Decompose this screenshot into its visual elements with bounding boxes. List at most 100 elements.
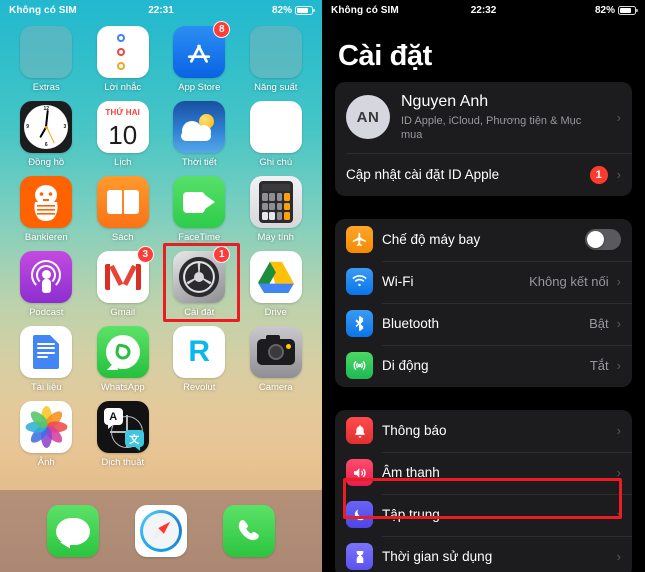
- app-app-store[interactable]: 8 App Store: [161, 21, 238, 93]
- apple-id-row[interactable]: AN Nguyen Anh ID Apple, iCloud, Phương t…: [335, 82, 632, 153]
- bluetooth-icon: [346, 310, 373, 338]
- row-value: Tắt: [589, 358, 609, 374]
- icon-wrap[interactable]: 1: [173, 246, 231, 303]
- icon-wrap[interactable]: THỨ HAI 10: [96, 101, 149, 153]
- row-label: Âm thanh: [382, 465, 440, 481]
- icon-wrap[interactable]: [20, 401, 73, 453]
- app-thoi-tiet[interactable]: Thời tiết: [161, 101, 238, 168]
- app-extras[interactable]: Extras: [8, 26, 85, 93]
- icon-wrap[interactable]: 12 3 6 9: [20, 101, 73, 153]
- books-icon[interactable]: [96, 176, 149, 228]
- row-wifi[interactable]: Wi-Fi Không kết nối ›: [335, 260, 632, 303]
- icon-wrap[interactable]: [96, 26, 149, 78]
- app-label: App Store: [178, 82, 221, 93]
- app-revolut[interactable]: R Revolut: [161, 326, 238, 393]
- icon-wrap[interactable]: A 文: [96, 401, 149, 453]
- icon-wrap[interactable]: [173, 176, 226, 228]
- app-dich-thuat[interactable]: A 文 Dịch thuật: [85, 401, 162, 468]
- app-lich[interactable]: THỨ HAI 10 Lịch: [85, 101, 162, 168]
- row-focus[interactable]: Tập trung ›: [335, 493, 632, 536]
- photos-icon[interactable]: [20, 401, 73, 453]
- account-name: Nguyen Anh: [401, 93, 489, 110]
- app-facetime[interactable]: FaceTime: [161, 176, 238, 243]
- bankieren-icon[interactable]: [20, 176, 73, 228]
- podcast-icon[interactable]: [20, 251, 73, 303]
- notes-icon[interactable]: [249, 101, 302, 153]
- home-dock: [0, 490, 322, 572]
- row-bluetooth[interactable]: Bluetooth Bật ›: [335, 302, 632, 345]
- row-cellular[interactable]: Di động Tắt ›: [335, 344, 632, 387]
- dock-item-phone[interactable]: [223, 505, 275, 557]
- translate-source-bubble: A: [103, 408, 123, 429]
- folder-icon[interactable]: [20, 26, 73, 78]
- airplane-mode-toggle[interactable]: [585, 229, 621, 251]
- account-subtitle: ID Apple, iCloud, Phương tiện & Mục mua: [401, 115, 582, 142]
- app-anh[interactable]: Ảnh: [8, 401, 85, 468]
- icon-wrap[interactable]: [249, 176, 302, 228]
- icon-wrap[interactable]: R: [173, 326, 226, 378]
- status-badge: 1: [589, 165, 608, 184]
- app-nang-suat[interactable]: Năng suất: [238, 26, 315, 93]
- clock-icon[interactable]: 12 3 6 9: [20, 101, 73, 153]
- icon-wrap[interactable]: [20, 251, 73, 303]
- app-label: Extras: [32, 82, 60, 93]
- app-ghi-chu[interactable]: Ghi chú: [238, 101, 315, 168]
- revolut-icon[interactable]: R: [173, 326, 226, 378]
- icon-wrap[interactable]: [20, 326, 73, 378]
- chevron-right-icon: ›: [616, 167, 621, 183]
- google-docs-icon[interactable]: [20, 326, 73, 378]
- app-dong-ho[interactable]: 12 3 6 9 Đồng hồ: [8, 101, 85, 168]
- reminders-icon[interactable]: [96, 26, 149, 78]
- wifi-icon: [346, 268, 373, 296]
- safari-icon[interactable]: [135, 505, 187, 557]
- icon-wrap[interactable]: [96, 176, 149, 228]
- icon-wrap[interactable]: 3: [96, 246, 154, 303]
- calendar-icon[interactable]: THỨ HAI 10: [96, 101, 149, 153]
- app-may-tinh[interactable]: Máy tính: [238, 176, 315, 243]
- app-podcast[interactable]: Podcast: [8, 251, 85, 318]
- app-bankieren[interactable]: Bankieren: [8, 176, 85, 243]
- translate-icon[interactable]: A 文: [96, 401, 149, 453]
- app-tai-lieu[interactable]: Tài liệu: [8, 326, 85, 393]
- icon-wrap[interactable]: [249, 26, 302, 78]
- app-whatsapp[interactable]: WhatsApp: [85, 326, 162, 393]
- folder-icon[interactable]: [249, 26, 302, 78]
- icon-wrap[interactable]: [20, 176, 73, 228]
- row-airplane-mode[interactable]: Chế độ máy bay: [335, 219, 632, 261]
- whatsapp-icon[interactable]: [96, 326, 149, 378]
- icon-wrap[interactable]: [96, 326, 149, 378]
- app-gmail[interactable]: 3 Gmail: [85, 246, 162, 318]
- row-screen-time[interactable]: Thời gian sử dụng ›: [335, 535, 632, 572]
- page-title: Cài đặt: [338, 40, 432, 72]
- phone-icon[interactable]: [223, 505, 275, 557]
- facetime-icon[interactable]: [173, 176, 226, 228]
- app-loi-nhac[interactable]: Lời nhắc: [85, 26, 162, 93]
- battery-icon: [295, 5, 315, 15]
- dock-item-messages[interactable]: [47, 505, 99, 557]
- icon-wrap[interactable]: 8: [173, 21, 231, 78]
- icon-wrap[interactable]: [20, 26, 73, 78]
- icon-wrap[interactable]: [249, 251, 302, 303]
- messages-icon[interactable]: [47, 505, 99, 557]
- app-camera[interactable]: Camera: [238, 326, 315, 393]
- calendar-weekday: THỨ HAI: [105, 101, 141, 117]
- app-label: Camera: [258, 382, 293, 393]
- row-sounds[interactable]: Âm thanh ›: [335, 451, 632, 494]
- battery-percent-label: 82%: [271, 4, 292, 16]
- icon-wrap[interactable]: [249, 326, 302, 378]
- app-cai-dat[interactable]: 1 Cài đặt: [161, 246, 238, 318]
- google-drive-icon[interactable]: [249, 251, 302, 303]
- weather-icon[interactable]: [173, 101, 226, 153]
- icon-wrap[interactable]: [173, 101, 226, 153]
- dock-item-safari[interactable]: [135, 505, 187, 557]
- camera-icon[interactable]: [249, 326, 302, 378]
- badge: 8: [213, 21, 231, 38]
- apple-id-update-row[interactable]: Cập nhật cài đặt ID Apple 1 ›: [335, 154, 632, 196]
- app-drive[interactable]: Drive: [238, 251, 315, 318]
- icon-wrap[interactable]: [249, 101, 302, 153]
- row-notifications[interactable]: Thông báo ›: [335, 410, 632, 452]
- app-label: Podcast: [29, 307, 64, 318]
- calculator-icon[interactable]: [249, 176, 302, 228]
- translate-target-bubble: 文: [124, 430, 144, 451]
- app-sach[interactable]: Sách: [85, 176, 162, 243]
